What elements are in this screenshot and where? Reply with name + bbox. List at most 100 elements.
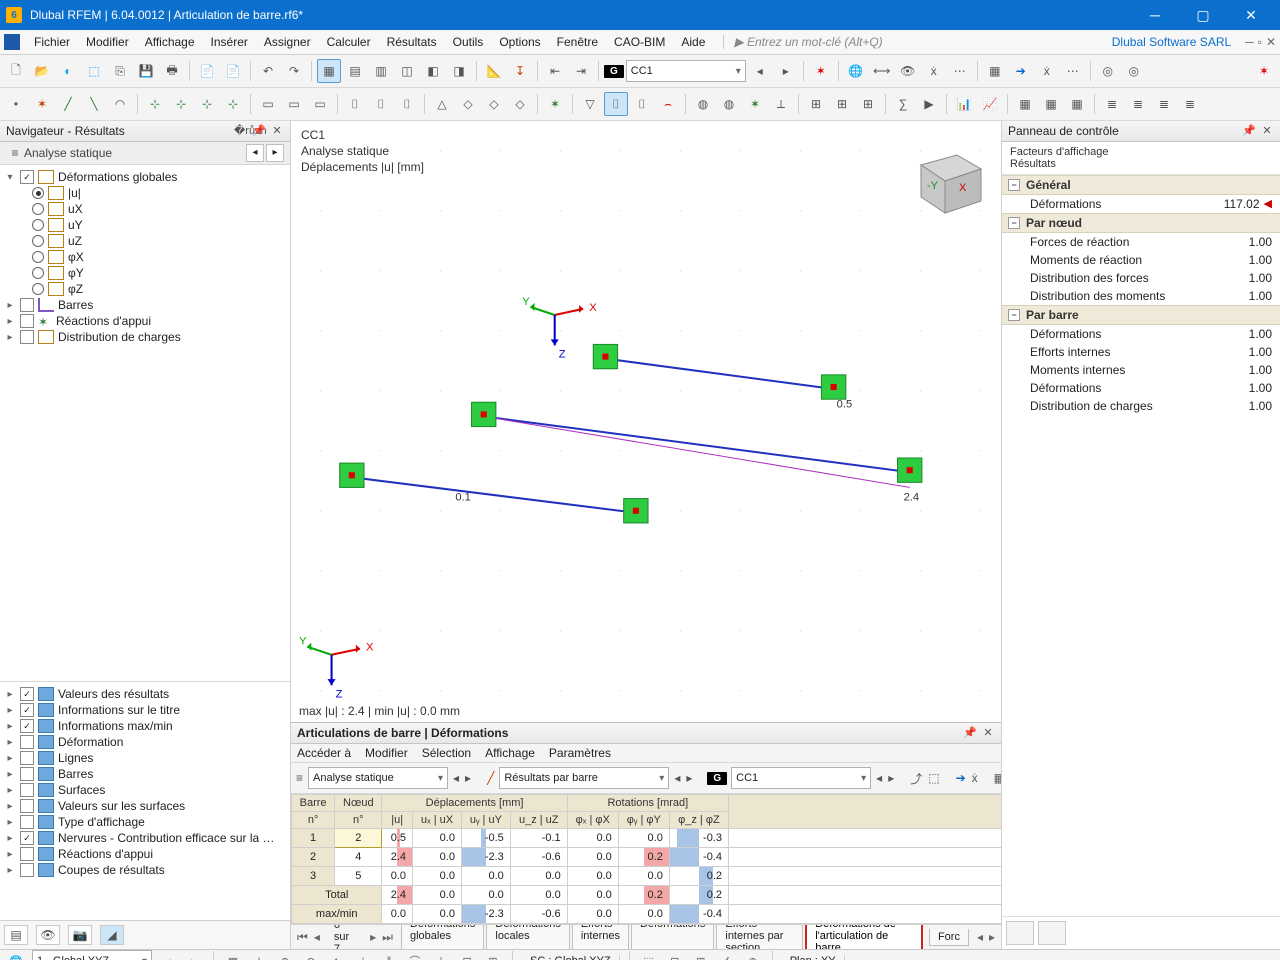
- option-label[interactable]: Informations sur le titre: [58, 703, 180, 717]
- option-checkbox[interactable]: [20, 735, 34, 749]
- sb-v7-icon[interactable]: ▭: [1254, 951, 1274, 960]
- results-menu-edit[interactable]: Modifier: [365, 746, 408, 760]
- tab-more[interactable]: Forc: [929, 929, 969, 946]
- menu-options[interactable]: Options: [491, 33, 548, 51]
- radio-uX[interactable]: [32, 203, 44, 215]
- grid-a-icon[interactable]: ▦: [1013, 92, 1037, 116]
- 3d-viewport[interactable]: CC1 Analyse statique Déplacements |u| [m…: [291, 121, 1001, 722]
- rt-sel-icon[interactable]: ⬚: [927, 766, 940, 790]
- tab-first-icon[interactable]: ⏮: [295, 930, 310, 945]
- frame1-icon[interactable]: ⌷: [604, 92, 628, 116]
- cp-scale-icon[interactable]: [1006, 921, 1034, 945]
- table-row[interactable]: 120.50.0-0.5-0.10.00.0-0.3: [292, 829, 1002, 848]
- col-barre[interactable]: Barre: [292, 795, 335, 812]
- solid1-icon[interactable]: ◍: [691, 92, 715, 116]
- results-next2-icon[interactable]: ▸: [685, 766, 693, 790]
- navigator-tree-top[interactable]: ▾✓Déformations globales |u|uXuYuZφXφYφZ …: [0, 165, 290, 681]
- cfg-icon[interactable]: ✶: [1252, 59, 1276, 83]
- minimize-button[interactable]: ─: [1132, 0, 1178, 30]
- bridge-icon[interactable]: ⌢: [656, 92, 680, 116]
- tree-icon[interactable]: ≡: [6, 144, 24, 162]
- mdi-min-icon[interactable]: ─: [1245, 35, 1254, 49]
- grid2-icon[interactable]: ▤: [343, 59, 367, 83]
- results-tree-icon[interactable]: ≡: [295, 766, 304, 790]
- maximize-button[interactable]: ▢: [1180, 0, 1226, 30]
- option-label[interactable]: Informations max/min: [58, 719, 173, 733]
- arc-icon[interactable]: ◠: [108, 92, 132, 116]
- option-label[interactable]: Surfaces: [58, 783, 105, 797]
- results-next3-icon[interactable]: ▸: [887, 766, 895, 790]
- sec2-icon[interactable]: ⌷: [369, 92, 393, 116]
- sb-s7-icon[interactable]: ⌒: [405, 951, 425, 960]
- undo-icon[interactable]: ↶: [256, 59, 280, 83]
- sb-s10-icon[interactable]: ⊞: [483, 951, 503, 960]
- table-row[interactable]: 242.40.0-2.3-0.60.00.2-0.4: [292, 848, 1002, 867]
- option-label[interactable]: Nervures - Contribution efficace sur la …: [58, 831, 275, 845]
- option-checkbox[interactable]: [20, 847, 34, 861]
- sup4-icon[interactable]: ◇: [508, 92, 532, 116]
- nav-next-btn[interactable]: ▸: [266, 144, 284, 162]
- mdi-close-icon[interactable]: ✕: [1266, 35, 1276, 49]
- tree-reactions[interactable]: Réactions d'appui: [56, 314, 151, 328]
- sb-s4-icon[interactable]: ◐: [327, 951, 347, 960]
- tab-next-icon[interactable]: ▸: [368, 930, 378, 944]
- ext1-icon[interactable]: ◎: [1096, 59, 1120, 83]
- cp-row[interactable]: Distribution des forces1.00: [1002, 269, 1280, 287]
- sb-s9-icon[interactable]: ⊡: [457, 951, 477, 960]
- sb-s8-icon[interactable]: ⟂: [431, 951, 451, 960]
- sb-v1-icon[interactable]: ▭: [1098, 951, 1118, 960]
- tool1-icon[interactable]: ⊞: [804, 92, 828, 116]
- results-tab[interactable]: Déformations: [631, 924, 714, 949]
- mdi-restore-icon[interactable]: ▫: [1258, 35, 1262, 49]
- option-checkbox[interactable]: ✓: [20, 703, 34, 717]
- new-icon[interactable]: 🗋: [4, 59, 28, 83]
- tree-dir-label[interactable]: φY: [68, 266, 84, 280]
- radio-|u|[interactable]: [32, 187, 44, 199]
- doc2-icon[interactable]: 📄: [221, 59, 245, 83]
- menu-calculer[interactable]: Calculer: [319, 33, 379, 51]
- sb-s5-icon[interactable]: ⊥: [353, 951, 373, 960]
- arrow-icon[interactable]: ➔: [1009, 59, 1033, 83]
- cp-group[interactable]: −Par barre: [1002, 305, 1280, 325]
- radio-φY[interactable]: [32, 267, 44, 279]
- globe-icon[interactable]: 🌐: [844, 59, 868, 83]
- option-checkbox[interactable]: ✓: [20, 831, 34, 845]
- results-pin-icon[interactable]: 📌: [963, 726, 977, 740]
- res2-icon[interactable]: 📈: [978, 92, 1002, 116]
- menu-aide[interactable]: Aide: [673, 33, 713, 51]
- solid3-icon[interactable]: ✶: [743, 92, 767, 116]
- sup3-icon[interactable]: ◇: [482, 92, 506, 116]
- col-noeud[interactable]: Nœud: [335, 795, 382, 812]
- tree-dir-label[interactable]: φX: [68, 250, 84, 264]
- menu-modifier[interactable]: Modifier: [78, 33, 137, 51]
- menu-affichage[interactable]: Affichage: [137, 33, 203, 51]
- align2-icon[interactable]: ⇥: [569, 59, 593, 83]
- tab-last-icon[interactable]: ⏭: [380, 930, 395, 945]
- sb-s6-icon[interactable]: ∥: [379, 951, 399, 960]
- menu-assigner[interactable]: Assigner: [256, 33, 319, 51]
- menu-fichier[interactable]: Fichier: [26, 33, 78, 51]
- cp-row[interactable]: Distribution de charges1.00: [1002, 397, 1280, 415]
- tab-scroll-left-icon[interactable]: ◂: [975, 930, 985, 944]
- option-label[interactable]: Valeurs des résultats: [58, 687, 169, 701]
- radio-uZ[interactable]: [32, 235, 44, 247]
- sb-m2-icon[interactable]: ⊡: [665, 951, 685, 960]
- snap2-icon[interactable]: ⊹: [169, 92, 193, 116]
- tree-barres[interactable]: Barres: [58, 298, 93, 312]
- results-tab[interactable]: Déformations globales: [401, 924, 484, 949]
- tool3-icon[interactable]: ⊞: [856, 92, 880, 116]
- keyword-search[interactable]: ▶ Entrez un mot-clé (Alt+Q): [723, 35, 1111, 49]
- layer3-icon[interactable]: ≣: [1152, 92, 1176, 116]
- node-icon[interactable]: •: [4, 92, 28, 116]
- view3-icon[interactable]: ◨: [447, 59, 471, 83]
- cp-row[interactable]: Distribution des moments1.00: [1002, 287, 1280, 305]
- tree-deformations[interactable]: Déformations globales: [58, 170, 177, 184]
- option-checkbox[interactable]: ✓: [20, 719, 34, 733]
- menu-resultats[interactable]: Résultats: [379, 33, 445, 51]
- tab-prev-icon[interactable]: ◂: [312, 930, 322, 944]
- solid2-icon[interactable]: ◍: [717, 92, 741, 116]
- results-tab[interactable]: Efforts internes: [572, 924, 629, 949]
- surf3-icon[interactable]: ▭: [308, 92, 332, 116]
- sb-v3-icon[interactable]: ▭: [1150, 951, 1170, 960]
- sb-globe-icon[interactable]: 🌐: [6, 951, 26, 960]
